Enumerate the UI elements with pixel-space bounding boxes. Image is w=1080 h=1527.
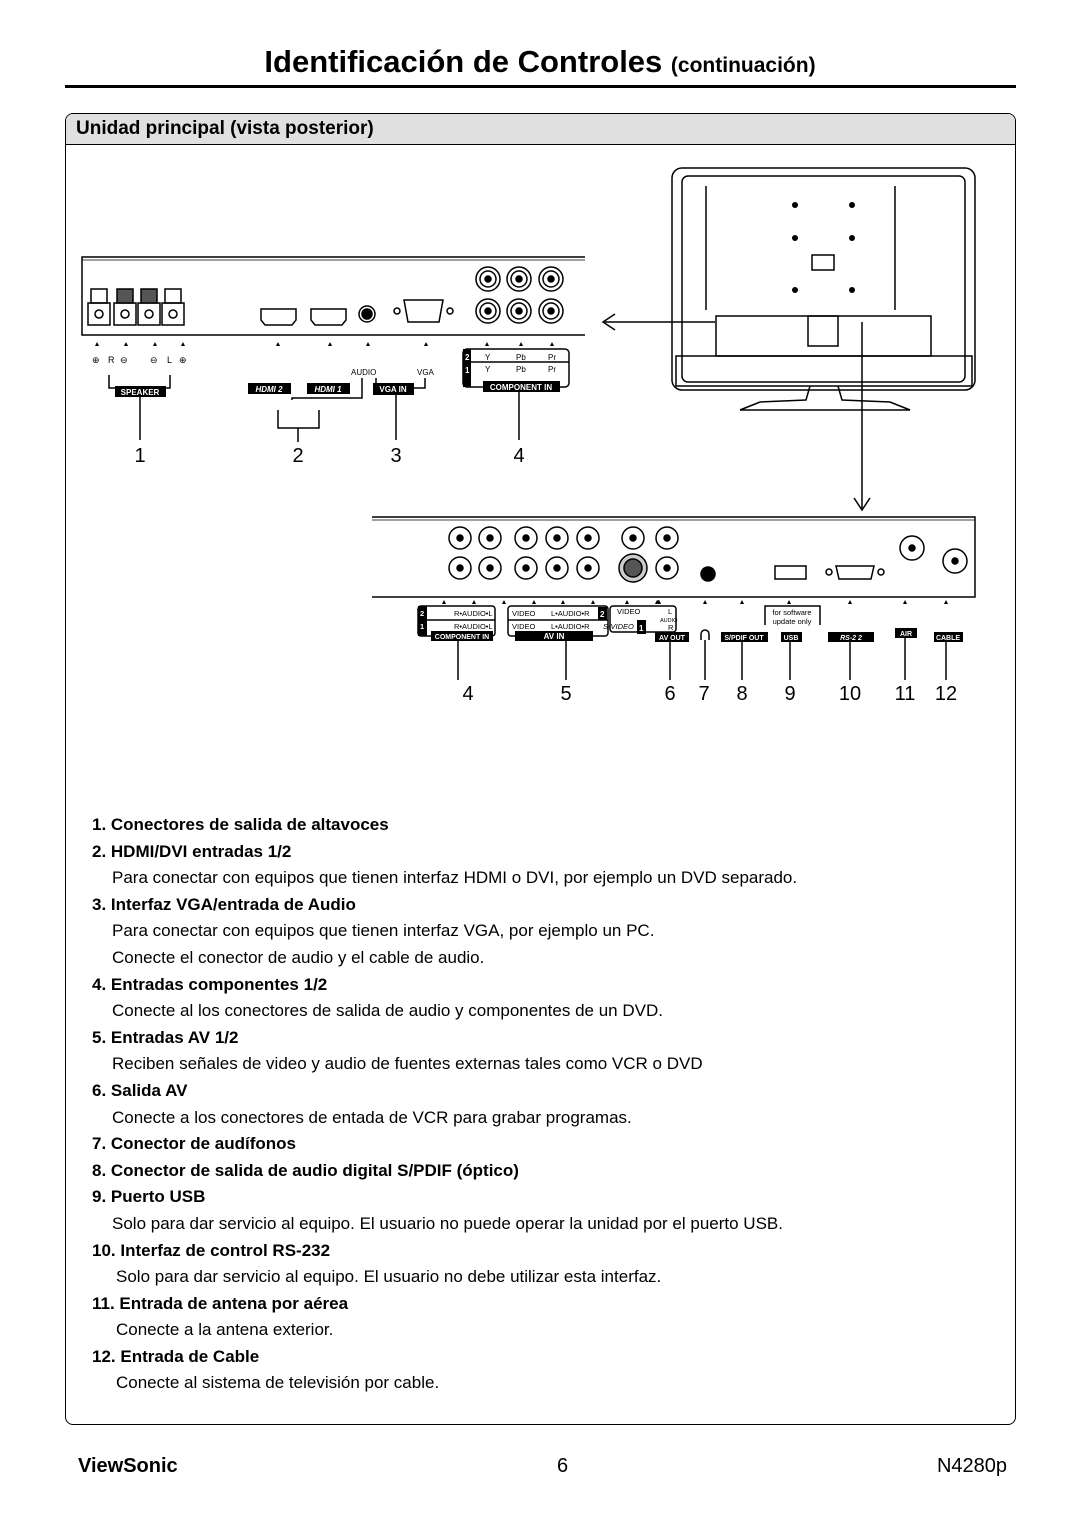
item-desc: Para conectar con equipos que tienen int… — [112, 868, 798, 888]
vga-port — [403, 299, 444, 323]
callout-number: 2 — [292, 445, 303, 467]
item-desc: Para conectar con equipos que tienen int… — [112, 921, 655, 941]
speaker-mark: L — [167, 355, 172, 365]
av-out-r: R — [668, 623, 674, 632]
component-jacks-top — [475, 266, 564, 324]
rs232-badge: RS-2 2 — [840, 635, 862, 642]
footer-brand: ViewSonic — [78, 1455, 178, 1477]
component-audio: R•AUDIO•L — [454, 609, 493, 618]
callout-number: 4 — [462, 683, 473, 705]
av-row-num: 1 — [639, 624, 644, 633]
component-pr: Pr — [548, 365, 556, 374]
item-desc: Conecte el conector de audio y el cable … — [112, 947, 485, 967]
component-pb: Pb — [516, 353, 526, 362]
callout-number: 12 — [935, 683, 957, 705]
connector-list: 1. Conectores de salida de altavoces 2. … — [92, 812, 992, 1397]
tv-rear-illustration — [671, 167, 976, 411]
av-audio: L•AUDIO•R — [551, 609, 590, 618]
item-heading: 5. Entradas AV 1/2 — [92, 1027, 239, 1047]
item-heading: 9. Puerto USB — [92, 1187, 206, 1207]
hdmi2-port — [260, 308, 297, 326]
component-y: Y — [485, 353, 491, 362]
callout-number: 9 — [784, 683, 795, 705]
item-heading: 11. Entrada de antena por aérea — [92, 1293, 349, 1313]
footer-model: N4280p — [936, 1455, 1007, 1477]
usb-note: update only — [773, 617, 812, 626]
air-badge: AIR — [900, 631, 912, 638]
item-heading: 2. HDMI/DVI entradas 1/2 — [92, 841, 292, 861]
item-desc: Conecte al los conectores de salida de a… — [112, 1001, 663, 1021]
callout-number: 11 — [895, 683, 916, 705]
item-desc: Solo para dar servicio al equipo. El usu… — [112, 1213, 783, 1233]
component-in-badge: COMPONENT IN — [435, 634, 489, 641]
hdmi2-badge: HDMI 2 — [255, 385, 283, 394]
hdmi1-badge: HDMI 1 — [314, 385, 342, 394]
callout-number: 6 — [664, 683, 675, 705]
headphone-icon — [700, 629, 710, 640]
speaker-mark: ⊖ — [150, 355, 158, 365]
component-audio: R•AUDIO•L — [454, 622, 493, 631]
usb-badge: USB — [784, 635, 799, 642]
speaker-mark: R — [108, 355, 115, 365]
av-in-badge: AV IN — [544, 632, 565, 641]
s-video-label: S-VIDEO — [603, 622, 634, 631]
av-jacks — [448, 526, 679, 583]
footer-page-number: 6 — [557, 1455, 569, 1477]
item-heading: 4. Entradas componentes 1/2 — [92, 974, 328, 994]
av-out-video: VIDEO — [617, 607, 641, 616]
av-audio: L•AUDIO•R — [551, 622, 590, 631]
speaker-badge: SPEAKER — [121, 388, 160, 397]
av-video: VIDEO — [512, 622, 536, 631]
item-heading: 6. Salida AV — [92, 1080, 188, 1100]
usb-port — [774, 565, 807, 580]
callout-number: 10 — [839, 683, 861, 705]
audio-label: AUDIO — [351, 368, 376, 377]
rear-panel-diagram: ⊕ R ⊖ ⊖ L ⊕ AUDIO VGA SPEAKER HDMI 2 HDM… — [81, 167, 976, 705]
item-desc: Conecte al sistema de televisión por cab… — [116, 1373, 440, 1393]
component-in-badge: COMPONENT IN — [490, 383, 552, 392]
item-heading: 8. Conector de salida de audio digital S… — [92, 1160, 519, 1180]
item-heading: 1. Conectores de salida de altavoces — [92, 815, 389, 834]
callout-number: 7 — [698, 683, 709, 705]
callout-number: 4 — [513, 445, 524, 467]
item-heading: 3. Interfaz VGA/entrada de Audio — [92, 894, 356, 914]
av-row-num: 2 — [600, 610, 605, 619]
speaker-mark: ⊕ — [179, 355, 187, 365]
headphone-jack — [700, 566, 716, 582]
component-pb: Pb — [516, 365, 526, 374]
component-row-num: 1 — [420, 622, 424, 631]
vga-label: VGA — [417, 368, 435, 377]
callout-number: 8 — [736, 683, 747, 705]
component-row-num: 1 — [465, 366, 470, 375]
item-desc: Conecte a la antena exterior. — [116, 1320, 334, 1340]
callout-number: 5 — [560, 683, 571, 705]
vga-in-badge: VGA IN — [379, 385, 406, 394]
component-pr: Pr — [548, 353, 556, 362]
item-heading: 7. Conector de audífonos — [92, 1134, 297, 1154]
av-video: VIDEO — [512, 609, 536, 618]
usb-note: for software — [772, 608, 811, 617]
speaker-mark: ⊖ — [120, 355, 128, 365]
item-desc: Conecte a los conectores de entada de VC… — [112, 1107, 632, 1127]
component-row-num: 2 — [465, 353, 470, 362]
av-out-badge: AV OUT — [659, 635, 686, 642]
speaker-terminals — [87, 288, 185, 326]
spdif-badge: S/PDIF OUT — [724, 635, 764, 642]
speaker-mark: ⊕ — [92, 355, 100, 365]
item-desc: Reciben señales de video y audio de fuen… — [112, 1054, 703, 1074]
callout-number: 3 — [390, 445, 401, 467]
item-heading: 12. Entrada de Cable — [92, 1346, 260, 1366]
component-row-num: 2 — [420, 609, 424, 618]
hdmi1-port — [310, 308, 347, 326]
rs232-port — [835, 565, 875, 580]
item-heading: 10. Interfaz de control RS-232 — [92, 1240, 331, 1260]
callout-number: 1 — [134, 445, 145, 467]
cable-badge: CABLE — [936, 635, 960, 642]
component-y: Y — [485, 365, 491, 374]
av-out-l: L — [668, 607, 672, 616]
item-desc: Solo para dar servicio al equipo. El usu… — [116, 1267, 662, 1287]
